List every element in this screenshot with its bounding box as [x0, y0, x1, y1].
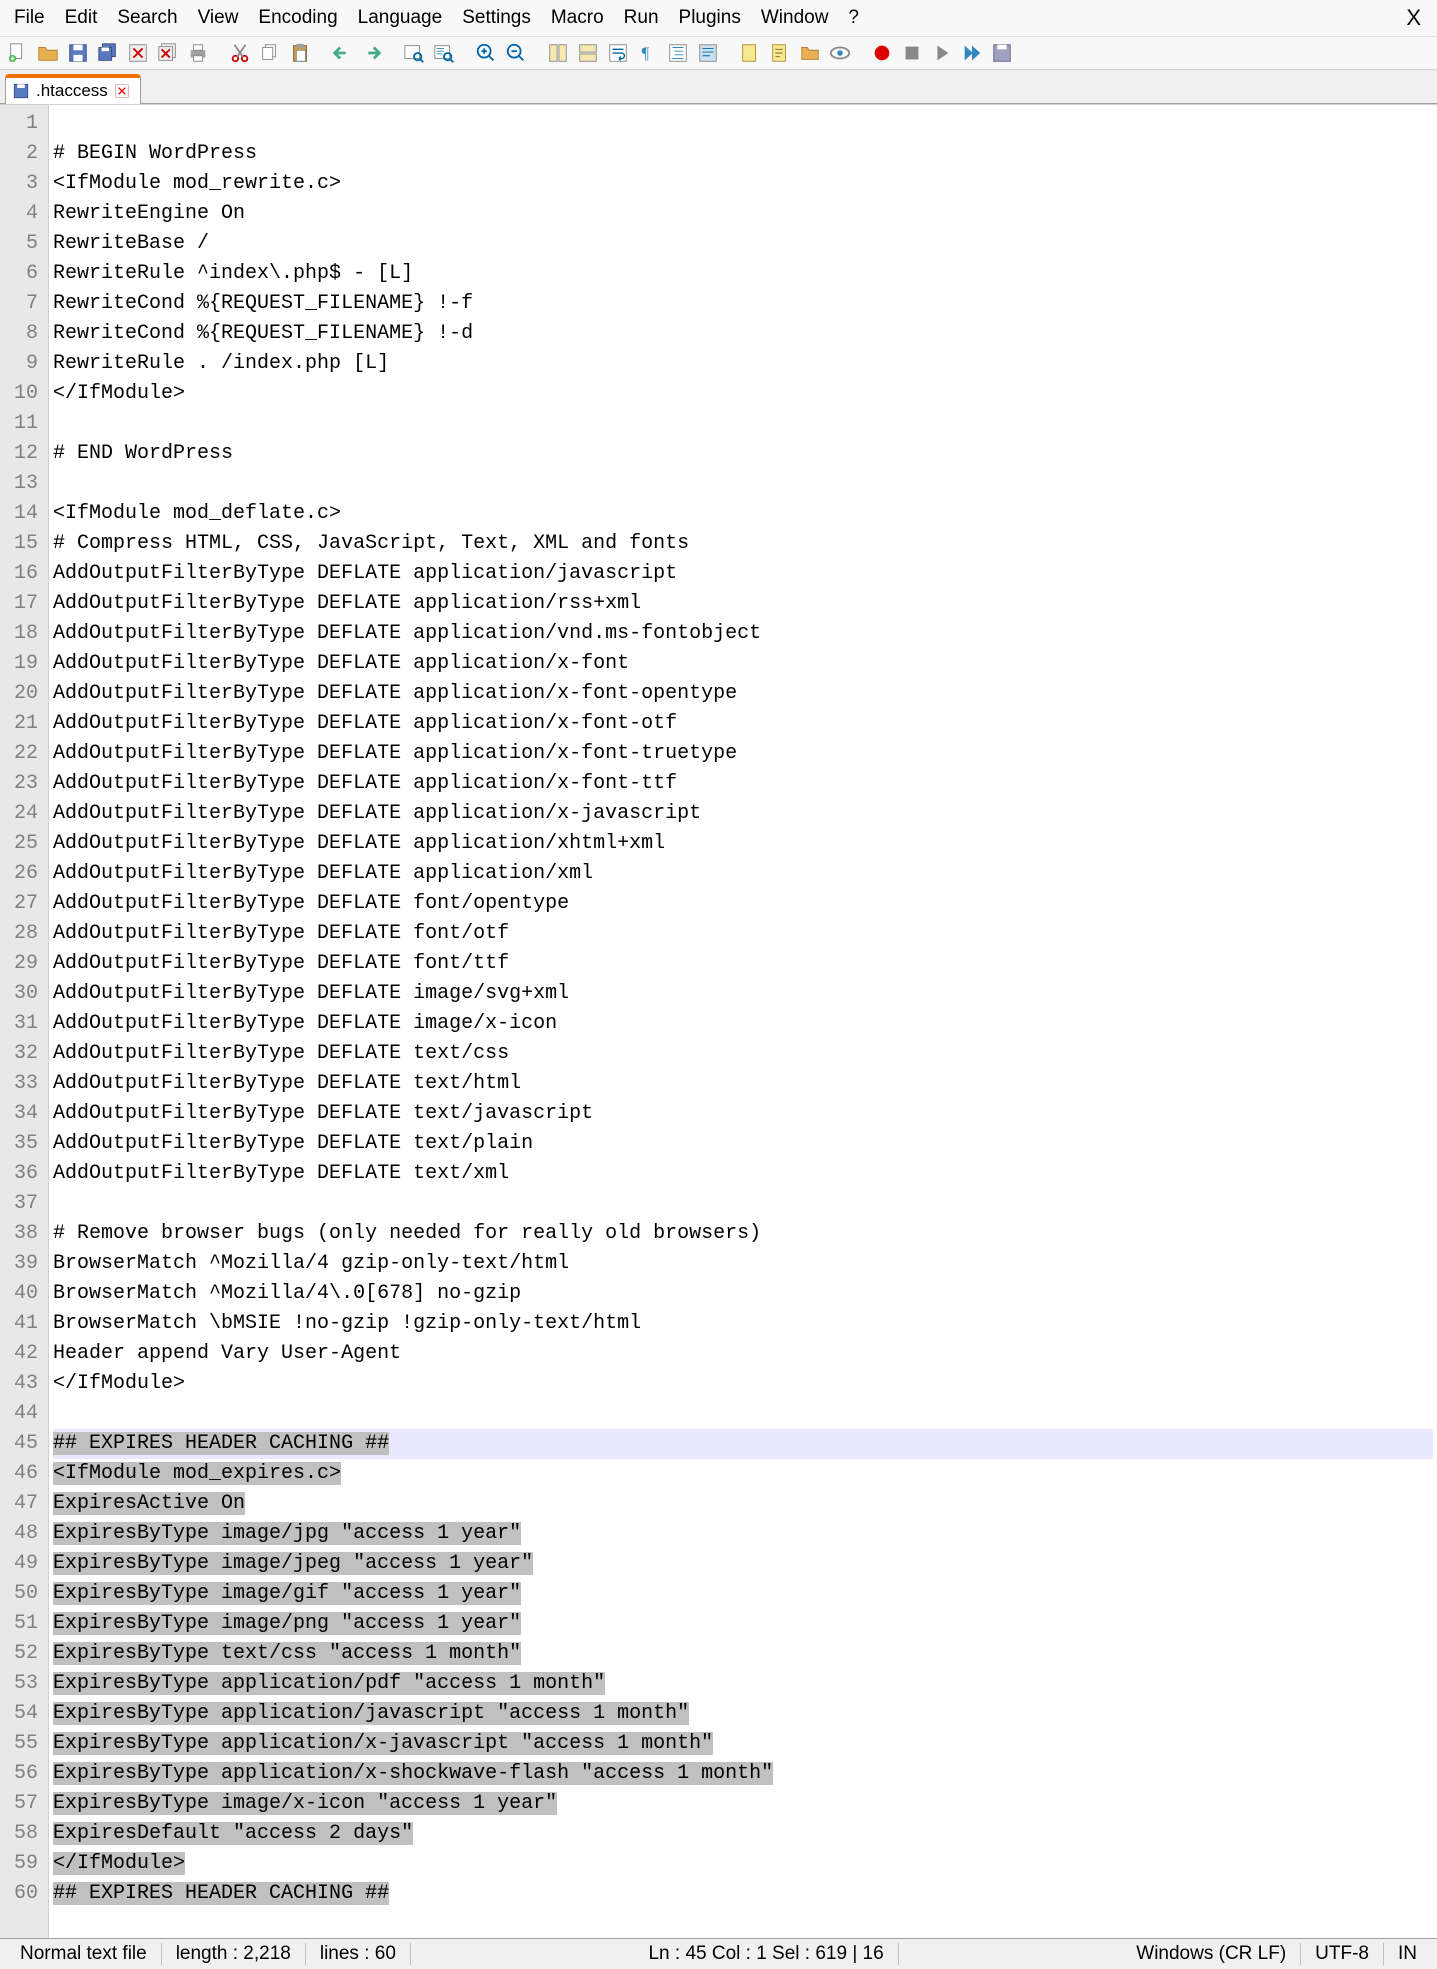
sync-hscroll-icon[interactable]	[576, 41, 600, 65]
new-file-icon[interactable]	[6, 41, 30, 65]
menu-macro[interactable]: Macro	[541, 5, 614, 31]
status-lines: lines : 60	[306, 1943, 411, 1965]
zoom-in-icon[interactable]	[474, 41, 498, 65]
copy-icon[interactable]	[258, 41, 282, 65]
window-close-icon[interactable]: X	[1394, 3, 1433, 33]
play-multi-icon[interactable]	[960, 41, 984, 65]
play-macro-icon[interactable]	[930, 41, 954, 65]
menu-plugins[interactable]: Plugins	[669, 5, 751, 31]
save-icon[interactable]	[66, 41, 90, 65]
file-icon	[12, 82, 30, 100]
status-bar: Normal text file length : 2,218 lines : …	[0, 1938, 1437, 1969]
tab-close-icon[interactable]	[114, 83, 130, 99]
menu-language[interactable]: Language	[348, 5, 453, 31]
menu-window[interactable]: Window	[751, 5, 839, 31]
tab-bar: .htaccess	[0, 70, 1437, 104]
replace-icon[interactable]	[432, 41, 456, 65]
user-lang-icon[interactable]	[696, 41, 720, 65]
save-macro-icon[interactable]	[990, 41, 1014, 65]
sync-vscroll-icon[interactable]	[546, 41, 570, 65]
menu-bar: File Edit Search View Encoding Language …	[0, 0, 1437, 37]
indent-guide-icon[interactable]	[666, 41, 690, 65]
paste-icon[interactable]	[288, 41, 312, 65]
menu-view[interactable]: View	[188, 5, 249, 31]
status-length: length : 2,218	[162, 1943, 306, 1965]
menu-encoding[interactable]: Encoding	[248, 5, 347, 31]
doc-map-icon[interactable]	[738, 41, 762, 65]
menu-edit[interactable]: Edit	[55, 5, 108, 31]
monitoring-icon[interactable]	[828, 41, 852, 65]
close-file-icon[interactable]	[126, 41, 150, 65]
zoom-out-icon[interactable]	[504, 41, 528, 65]
tab-htaccess[interactable]: .htaccess	[5, 74, 141, 104]
tab-label: .htaccess	[36, 81, 108, 101]
record-macro-icon[interactable]	[870, 41, 894, 65]
func-list-icon[interactable]	[768, 41, 792, 65]
svg-text:¶: ¶	[642, 44, 650, 63]
status-insert-mode[interactable]: IN	[1384, 1943, 1431, 1965]
redo-icon[interactable]	[360, 41, 384, 65]
folder-workspace-icon[interactable]	[798, 41, 822, 65]
stop-macro-icon[interactable]	[900, 41, 924, 65]
menu-run[interactable]: Run	[614, 5, 669, 31]
undo-icon[interactable]	[330, 41, 354, 65]
menu-help[interactable]: ?	[838, 5, 869, 31]
status-filetype: Normal text file	[6, 1943, 162, 1965]
menu-search[interactable]: Search	[107, 5, 187, 31]
menu-file[interactable]: File	[4, 5, 55, 31]
status-encoding[interactable]: UTF-8	[1301, 1943, 1384, 1965]
menu-settings[interactable]: Settings	[452, 5, 541, 31]
status-position: Ln : 45 Col : 1 Sel : 619 | 16	[634, 1943, 898, 1965]
cut-icon[interactable]	[228, 41, 252, 65]
close-all-icon[interactable]	[156, 41, 180, 65]
status-eol[interactable]: Windows (CR LF)	[1122, 1943, 1301, 1965]
open-folder-icon[interactable]	[36, 41, 60, 65]
save-all-icon[interactable]	[96, 41, 120, 65]
show-all-chars-icon[interactable]: ¶	[636, 41, 660, 65]
editor[interactable]: 1234567891011121314151617181920212223242…	[0, 104, 1437, 1938]
code-area[interactable]: # BEGIN WordPress<IfModule mod_rewrite.c…	[49, 105, 1437, 1938]
find-icon[interactable]	[402, 41, 426, 65]
line-number-gutter: 1234567891011121314151617181920212223242…	[0, 105, 49, 1938]
toolbar: ¶	[0, 37, 1437, 70]
wordwrap-icon[interactable]	[606, 41, 630, 65]
print-icon[interactable]	[186, 41, 210, 65]
